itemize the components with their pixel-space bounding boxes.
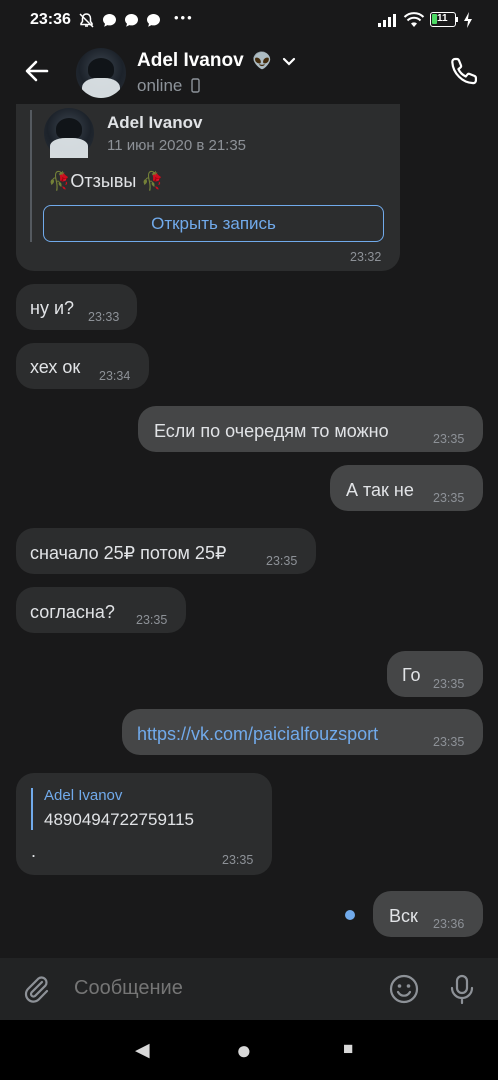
message-time: 23:36 (433, 917, 465, 931)
contact-name-row[interactable]: Adel Ivanov 👽 (137, 50, 296, 72)
verified-alien-icon: 👽 (252, 53, 273, 70)
message-text: сначало 25₽ потом 25₽ (30, 543, 227, 563)
signal-icon (378, 14, 396, 27)
open-post-button[interactable]: Открыть запись (43, 205, 384, 242)
contact-name: Adel Ivanov (137, 50, 244, 71)
chat-notification-icon (147, 14, 160, 27)
chevron-down-icon (283, 57, 296, 66)
reply-quote-bar (31, 788, 33, 830)
contact-status: online (137, 76, 183, 95)
nav-back-button[interactable]: ◀ (135, 1039, 150, 1062)
message-input[interactable] (72, 976, 376, 1001)
message-time: 23:35 (433, 491, 465, 505)
message-text: хех ок (30, 357, 81, 377)
attach-icon[interactable] (20, 973, 52, 1005)
more-notifications-icon: ••• (174, 10, 194, 25)
status-time: 23:36 (30, 11, 71, 28)
wifi-icon (403, 12, 425, 27)
battery-tip (456, 17, 458, 22)
message-time: 23:32 (350, 250, 382, 264)
message-composer (0, 958, 498, 1020)
mobile-device-icon (191, 78, 200, 93)
reply-quote-author[interactable]: Adel Ivanov (44, 787, 122, 804)
chat-notification-icon (103, 14, 116, 27)
repost-author-avatar[interactable] (44, 108, 94, 158)
message-time: 23:35 (136, 613, 168, 627)
emoji-icon[interactable] (388, 973, 420, 1005)
system-nav-bar: ◀ ● ■ (0, 1020, 498, 1080)
message-time: 23:34 (99, 369, 131, 383)
mic-icon[interactable] (448, 973, 476, 1005)
repost-date: 11 июн 2020 в 21:35 (107, 137, 247, 154)
mute-bell-icon (79, 13, 94, 28)
reply-quote-text: 4890494722759115 (44, 810, 195, 829)
unread-dot-icon (345, 910, 355, 920)
contact-avatar[interactable] (76, 48, 126, 98)
message-time: 23:35 (433, 735, 465, 749)
message-time: 23:35 (433, 677, 465, 691)
nav-home-button[interactable]: ● (236, 1035, 252, 1066)
message-time: 23:33 (88, 310, 120, 324)
message-link[interactable]: https://vk.com/paicialfouzsport (137, 724, 378, 745)
nav-recents-button[interactable]: ■ (343, 1039, 353, 1059)
phone-icon[interactable] (448, 54, 482, 88)
message-time: 23:35 (222, 853, 254, 867)
message-text: . (31, 841, 37, 861)
message-text: А так не (346, 480, 414, 500)
message-text: Если по очередям то можно (154, 421, 389, 441)
battery-level: 11 (437, 13, 448, 24)
repost-author-name[interactable]: Adel Ivanov (107, 113, 202, 133)
message-time: 23:35 (433, 432, 465, 446)
charging-bolt-icon (464, 12, 472, 28)
message-text: Го (402, 665, 421, 685)
back-arrow-icon[interactable] (20, 54, 54, 88)
status-bar: 23:36 ••• 11 (0, 0, 498, 40)
repost-indent-line (30, 110, 32, 242)
contact-status-row: online (137, 76, 200, 96)
message-text: согласна? (30, 602, 115, 622)
message-text: ну и? (30, 298, 75, 318)
chat-header: Adel Ivanov 👽 online (0, 40, 498, 104)
repost-text: 🥀Отзывы 🥀 (48, 171, 164, 191)
battery-icon: 11 (430, 12, 456, 27)
message-time: 23:35 (266, 554, 298, 568)
message-text: Вск (389, 906, 418, 926)
chat-notification-icon (125, 14, 138, 27)
